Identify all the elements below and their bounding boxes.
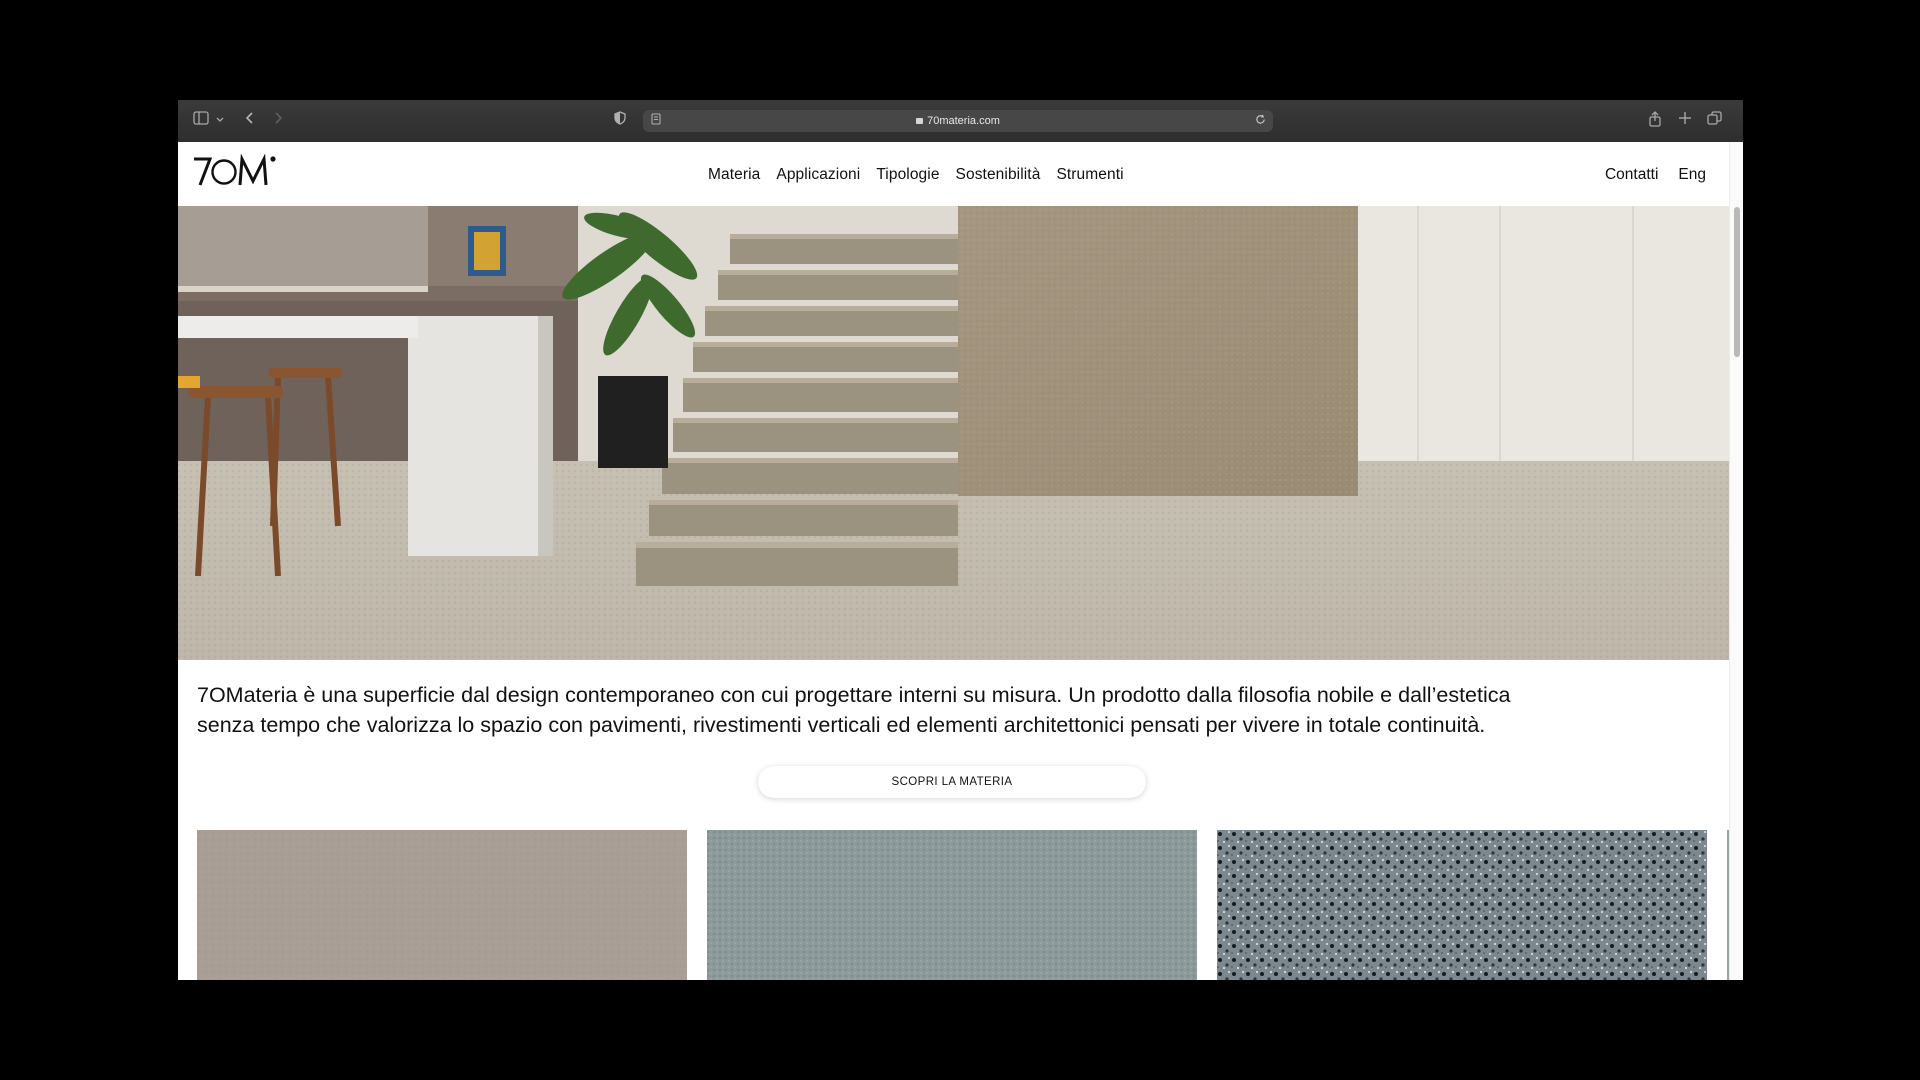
nav-item-strumenti[interactable]: Strumenti: [1056, 166, 1123, 184]
new-tab-icon[interactable]: [1677, 111, 1693, 131]
reload-icon[interactable]: [1253, 111, 1267, 131]
brand-logo[interactable]: [192, 153, 278, 188]
material-swatch-1[interactable]: [197, 830, 687, 980]
lock-icon: [916, 118, 924, 124]
url-text: 70materia.com: [927, 115, 1000, 127]
discover-materia-button[interactable]: SCOPRI LA MATERIA: [758, 766, 1146, 798]
tabs-overview-icon[interactable]: [1706, 111, 1722, 131]
intro-line-2: senza tempo che valorizza lo spazio con …: [197, 713, 1486, 737]
material-swatch-3[interactable]: [1217, 830, 1707, 980]
browser-toolbar: 70materia.com: [178, 100, 1743, 143]
hero-image: [178, 206, 1730, 660]
intro-line-1: 7OMateria è una superficie dal design co…: [197, 683, 1511, 707]
language-switch[interactable]: Eng: [1678, 166, 1706, 184]
page-viewport: Materia Applicazioni Tipologie Sostenibi…: [178, 142, 1743, 980]
material-swatch-2[interactable]: [707, 830, 1197, 980]
share-icon[interactable]: [1647, 111, 1663, 131]
scrollbar[interactable]: [1729, 142, 1743, 980]
scrollbar-thumb[interactable]: [1734, 207, 1740, 357]
nav-item-contatti[interactable]: Contatti: [1605, 166, 1658, 184]
site-header: Materia Applicazioni Tipologie Sostenibi…: [178, 142, 1730, 206]
forward-icon[interactable]: [270, 111, 286, 131]
sidebar-icon[interactable]: [192, 111, 210, 131]
back-icon[interactable]: [242, 111, 258, 131]
nav-item-materia[interactable]: Materia: [708, 166, 760, 184]
nav-item-tipologie[interactable]: Tipologie: [876, 166, 939, 184]
shield-icon[interactable]: [612, 111, 628, 131]
nav-item-sostenibilita[interactable]: Sostenibilità: [956, 166, 1041, 184]
browser-window: 70materia.com Materia Applicazioni Tipol…: [178, 100, 1743, 980]
main-nav: Materia Applicazioni Tipologie Sostenibi…: [708, 166, 1124, 184]
intro-paragraph: 7OMateria è una superficie dal design co…: [197, 680, 1697, 740]
chevron-down-icon[interactable]: [214, 111, 226, 131]
nav-item-applicazioni[interactable]: Applicazioni: [776, 166, 860, 184]
address-bar[interactable]: 70materia.com: [643, 110, 1273, 132]
url-display[interactable]: 70materia.com: [643, 110, 1273, 132]
secondary-nav: Contatti Eng: [1605, 166, 1706, 184]
